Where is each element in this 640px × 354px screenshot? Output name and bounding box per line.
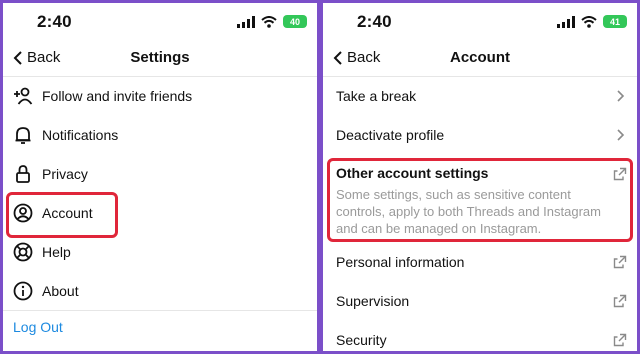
nav-bar: Back Settings xyxy=(3,43,317,75)
status-bar: 2:40 41 xyxy=(323,3,637,45)
external-link-icon xyxy=(613,294,627,308)
bell-icon xyxy=(15,127,31,144)
status-icons: 41 xyxy=(557,15,627,28)
status-time: 2:40 xyxy=(37,12,72,31)
menu-item-label: Personal information xyxy=(336,254,465,270)
nav-bar: Back Account xyxy=(323,43,637,75)
status-icons: 40 xyxy=(237,15,307,28)
menu-item-deactivate-profile[interactable]: Deactivate profile xyxy=(323,116,637,155)
logout-link[interactable]: Log Out xyxy=(13,319,63,335)
account-circle-icon xyxy=(13,203,33,223)
menu-item-account[interactable]: Account xyxy=(3,194,317,233)
settings-screen: 2:40 40 Back Settings Follow and invite … xyxy=(3,3,317,351)
menu-item-label: Notifications xyxy=(42,127,119,143)
menu-item-label: Deactivate profile xyxy=(336,127,445,143)
other-account-settings-title: Other account settings xyxy=(336,165,489,181)
cellular-signal-icon xyxy=(237,15,255,28)
menu-item-follow-invite[interactable]: Follow and invite friends xyxy=(3,77,317,116)
wifi-icon xyxy=(581,15,597,28)
menu-item-supervision[interactable]: Supervision xyxy=(323,282,637,321)
menu-item-label: About xyxy=(42,283,79,299)
battery-indicator: 40 xyxy=(283,15,307,28)
chevron-right-icon xyxy=(617,90,625,102)
menu-item-label: Follow and invite friends xyxy=(42,88,193,104)
menu-item-notifications[interactable]: Notifications xyxy=(3,116,317,155)
menu-item-about[interactable]: About xyxy=(3,272,317,311)
status-time: 2:40 xyxy=(357,12,392,31)
other-account-settings-description: Some settings, such as sensitive content… xyxy=(336,187,601,236)
page-title: Account xyxy=(450,49,510,66)
menu-item-security[interactable]: Security xyxy=(323,321,637,351)
external-link-icon xyxy=(613,333,627,347)
lock-icon xyxy=(16,165,30,183)
menu-item-label: Security xyxy=(336,332,387,348)
page-title: Settings xyxy=(130,49,190,66)
cellular-signal-icon xyxy=(557,15,575,28)
menu-item-label: Account xyxy=(42,205,93,221)
add-person-icon xyxy=(14,87,33,105)
menu-item-take-a-break[interactable]: Take a break xyxy=(323,77,637,116)
wifi-icon xyxy=(261,15,277,28)
menu-item-help[interactable]: Help xyxy=(3,233,317,272)
lifebuoy-icon xyxy=(13,242,33,262)
chevron-right-icon xyxy=(617,129,625,141)
menu-item-label: Help xyxy=(42,244,71,260)
divider xyxy=(3,310,317,311)
account-screen: 2:40 41 Back Account Take a break Deacti… xyxy=(323,3,637,351)
menu-item-label: Supervision xyxy=(336,293,410,309)
menu-item-label: Privacy xyxy=(42,166,88,182)
status-bar: 2:40 40 xyxy=(3,3,317,45)
battery-indicator: 41 xyxy=(603,15,627,28)
external-link-icon xyxy=(613,255,627,269)
menu-item-privacy[interactable]: Privacy xyxy=(3,155,317,194)
info-icon xyxy=(13,281,33,301)
menu-item-personal-information[interactable]: Personal information xyxy=(323,243,637,282)
menu-item-label: Take a break xyxy=(336,88,417,104)
external-link-icon xyxy=(613,167,627,181)
